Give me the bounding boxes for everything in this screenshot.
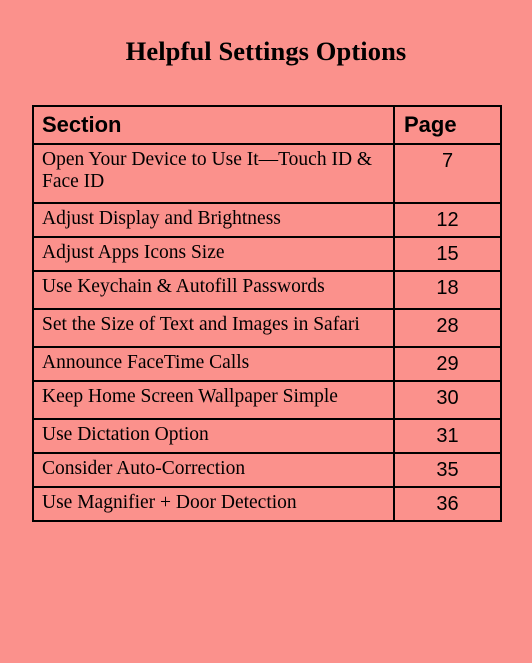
cell-page: 7 <box>393 143 502 204</box>
cell-page: 30 <box>393 380 502 420</box>
cell-section: Set the Size of Text and Images in Safar… <box>32 308 395 348</box>
page-title: Helpful Settings Options <box>125 36 407 66</box>
cell-page: 28 <box>393 308 502 348</box>
table-row: Keep Home Screen Wallpaper Simple 30 <box>32 380 502 420</box>
cell-section: Use Keychain & Autofill Passwords <box>32 270 395 310</box>
cell-page: 29 <box>393 346 502 382</box>
page-root: Helpful Settings Options Section Page Op… <box>0 0 532 663</box>
cell-section: Announce FaceTime Calls <box>32 346 395 382</box>
table-row: Adjust Apps Icons Size 15 <box>32 236 502 272</box>
cell-page: 36 <box>393 486 502 522</box>
cell-page: 12 <box>393 202 502 238</box>
table-row: Announce FaceTime Calls 29 <box>32 346 502 382</box>
table-row: Adjust Display and Brightness 12 <box>32 202 502 238</box>
cell-section: Keep Home Screen Wallpaper Simple <box>32 380 395 420</box>
cell-page: 15 <box>393 236 502 272</box>
table-header-row: Section Page <box>32 105 502 145</box>
table-row: Open Your Device to Use It—Touch ID & Fa… <box>32 143 502 204</box>
table-row: Use Magnifier + Door Detection 36 <box>32 486 502 522</box>
cell-section: Adjust Apps Icons Size <box>32 236 395 272</box>
cell-page: 31 <box>393 418 502 454</box>
table-body: Open Your Device to Use It—Touch ID & Fa… <box>32 143 502 522</box>
cell-page: 35 <box>393 452 502 488</box>
table-row: Use Keychain & Autofill Passwords 18 <box>32 270 502 310</box>
table-row: Use Dictation Option 31 <box>32 418 502 454</box>
column-header-page: Page <box>393 105 502 145</box>
cell-page: 18 <box>393 270 502 310</box>
settings-table-container: Section Page Open Your Device to Use It—… <box>32 105 502 522</box>
cell-section: Use Dictation Option <box>32 418 395 454</box>
cell-section: Open Your Device to Use It—Touch ID & Fa… <box>32 143 395 204</box>
table-row: Consider Auto-Correction 35 <box>32 452 502 488</box>
cell-section: Adjust Display and Brightness <box>32 202 395 238</box>
column-header-section: Section <box>32 105 395 145</box>
table-row: Set the Size of Text and Images in Safar… <box>32 308 502 348</box>
table-header: Section Page <box>32 105 502 145</box>
cell-section: Use Magnifier + Door Detection <box>32 486 395 522</box>
cell-section: Consider Auto-Correction <box>32 452 395 488</box>
settings-table: Section Page Open Your Device to Use It—… <box>32 105 502 522</box>
